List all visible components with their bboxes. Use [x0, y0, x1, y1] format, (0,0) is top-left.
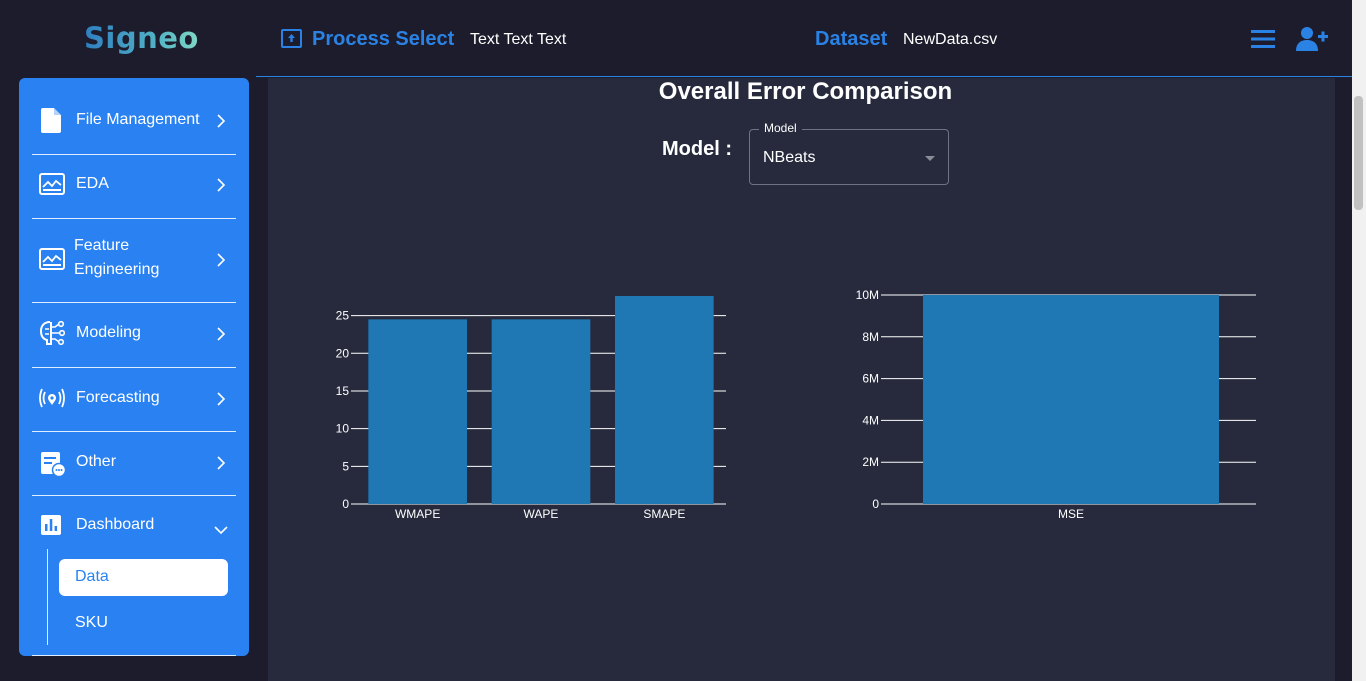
sidebar-item-feature-engineering[interactable]: Feature Engineering [19, 219, 249, 302]
sidebar-item-dashboard[interactable]: Dashboard [19, 496, 249, 548]
sidebar-item-label: Feature [74, 237, 130, 254]
sidebar-item-eda[interactable]: EDA [19, 155, 249, 218]
chart-image-icon [39, 173, 65, 200]
sidebar-item-label: Modeling [76, 324, 141, 341]
y-tick-label: 2M [862, 455, 879, 469]
y-tick-label: 4M [862, 413, 879, 427]
file-icon [41, 108, 61, 138]
bar [615, 296, 714, 504]
chevron-right-icon [216, 456, 226, 475]
chevron-right-icon [216, 327, 226, 346]
broadcast-icon [39, 388, 65, 413]
bar [491, 319, 591, 504]
model-label: Model : [662, 138, 732, 160]
process-select-title[interactable]: Process Select [312, 28, 454, 51]
y-tick-label: 0 [342, 497, 349, 511]
chevron-right-icon [216, 114, 226, 133]
y-tick-label: 0 [872, 497, 879, 511]
dataset-title: Dataset [815, 28, 888, 50]
y-tick-label: 8M [862, 330, 879, 344]
app-logo[interactable]: Signeo [84, 21, 199, 55]
sidebar-item-label: EDA [76, 175, 109, 192]
submenu-item-sku[interactable]: SKU [75, 614, 108, 632]
chart-image-icon [39, 248, 65, 275]
chevron-right-icon [216, 178, 226, 197]
dropdown-caret-icon [925, 156, 935, 161]
hamburger-menu-icon[interactable] [1251, 29, 1275, 54]
bar [368, 319, 467, 504]
model-select[interactable]: Model NBeats [749, 121, 949, 185]
document-chat-icon [40, 451, 67, 482]
model-select-legend: Model [759, 121, 802, 135]
y-tick-label: 6M [862, 372, 879, 386]
sidebar-item-forecasting[interactable]: Forecasting [19, 368, 249, 431]
process-subtitle: Text Text Text [470, 31, 567, 48]
top-header: Signeo Process Select Text Text Text Dat… [0, 0, 1352, 78]
x-tick-label: MSE [1058, 507, 1084, 521]
sidebar: File Management EDA Feature Engineering … [19, 78, 249, 656]
submenu-guide-line [47, 549, 48, 645]
y-tick-label: 5 [342, 459, 349, 473]
y-tick-label: 10M [856, 288, 879, 302]
sidebar-divider [32, 655, 236, 656]
submenu-item-label: Data [75, 568, 109, 585]
brain-network-icon [39, 320, 66, 351]
dataset-filename: NewData.csv [903, 31, 998, 48]
x-tick-label: WAPE [524, 507, 559, 521]
scrollbar-thumb[interactable] [1354, 96, 1363, 210]
header-divider [256, 76, 1352, 77]
chevron-right-icon [216, 392, 226, 411]
sidebar-item-file-management[interactable]: File Management [19, 78, 249, 154]
bar [923, 295, 1219, 504]
sidebar-item-label-line2: Engineering [74, 261, 160, 278]
x-tick-label: WMAPE [395, 507, 440, 521]
page-title: Overall Error Comparison [658, 78, 953, 105]
sidebar-item-other[interactable]: Other [19, 432, 249, 495]
chevron-down-icon [214, 522, 228, 540]
sidebar-item-modeling[interactable]: Modeling [19, 303, 249, 367]
y-tick-label: 25 [336, 309, 350, 323]
submenu-item-data[interactable]: Data [59, 559, 228, 596]
sidebar-item-label: Other [76, 453, 117, 470]
main-panel: Overall Error Comparison Model : Model N… [268, 78, 1335, 681]
error-percent-bar-chart: 0 5 10 15 20 25 WMAPE WAPE SMAPE [336, 296, 726, 521]
sidebar-item-label: Forecasting [76, 389, 160, 406]
y-tick-label: 15 [336, 384, 350, 398]
bar-chart-icon [41, 515, 61, 540]
y-tick-label: 10 [336, 422, 350, 436]
add-user-icon[interactable] [1296, 26, 1328, 57]
model-select-value: NBeats [763, 149, 816, 166]
sidebar-item-label: File Management [76, 111, 200, 128]
y-tick-label: 20 [336, 346, 350, 360]
sidebar-item-label: Dashboard [76, 516, 155, 533]
mse-bar-chart: 0 2M 4M 6M 8M 10M MSE [856, 288, 1256, 521]
upload-icon[interactable] [281, 29, 302, 48]
x-tick-label: SMAPE [643, 507, 685, 521]
chevron-right-icon [216, 253, 226, 272]
